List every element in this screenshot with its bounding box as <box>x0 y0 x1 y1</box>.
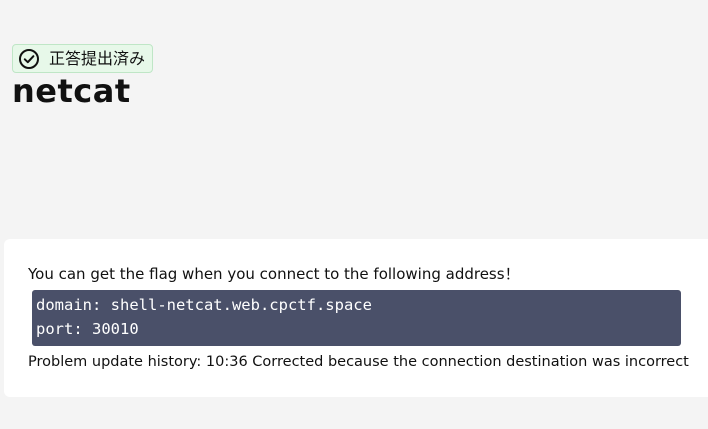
connection-code-block[interactable]: domain: shell-netcat.web.cpctf.space por… <box>32 290 681 346</box>
status-badge: 正答提出済み <box>12 44 154 73</box>
update-history: Problem update history: 10:36 Corrected … <box>28 354 689 370</box>
problem-card: You can get the flag when you connect to… <box>4 239 708 397</box>
code-line-port[interactable]: port: 30010 <box>36 317 681 341</box>
status-badge-label: 正答提出済み <box>49 48 146 68</box>
problem-intro: You can get the flag when you connect to… <box>28 265 520 283</box>
problem-title: netcat <box>12 72 131 110</box>
check-circle-icon <box>19 48 39 69</box>
code-line-domain[interactable]: domain: shell-netcat.web.cpctf.space <box>36 293 681 317</box>
